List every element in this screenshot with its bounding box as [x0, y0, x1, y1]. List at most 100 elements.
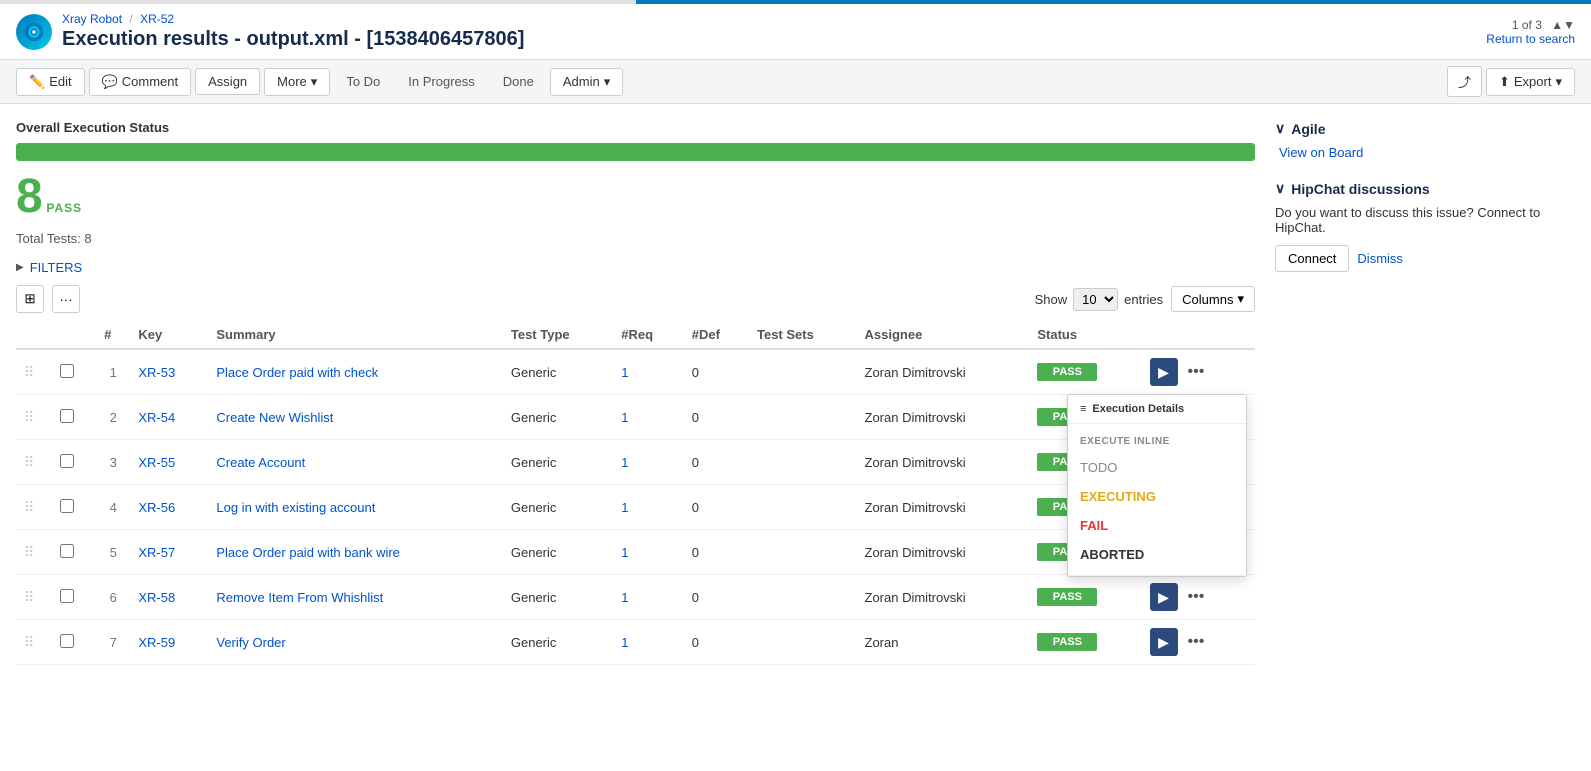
drag-handle-cell: ⠿ [16, 575, 52, 620]
row-summary-cell: Create New Wishlist [208, 395, 503, 440]
row-def-cell: 0 [684, 440, 749, 485]
row-summary-link[interactable]: Remove Item From Whishlist [216, 590, 383, 605]
th-actions [1142, 321, 1255, 349]
th-num: # [96, 321, 130, 349]
row-checkbox[interactable] [60, 454, 74, 468]
connect-button[interactable]: Connect [1275, 245, 1349, 272]
row-checkbox[interactable] [60, 499, 74, 513]
breadcrumb-issue[interactable]: XR-52 [140, 12, 174, 26]
row-summary-link[interactable]: Create Account [216, 455, 305, 470]
row-key-cell: XR-57 [130, 530, 208, 575]
done-button[interactable]: Done [491, 69, 546, 94]
hipchat-section: ∨ HipChat discussions Do you want to dis… [1275, 180, 1575, 272]
columns-button[interactable]: Columns ▾ [1171, 286, 1255, 312]
export-button[interactable]: ⬆ Export ▾ [1486, 68, 1575, 96]
share-button[interactable]: ⤴ [1447, 66, 1482, 97]
filters-bar[interactable]: ▶ FILTERS [16, 260, 1255, 275]
row-summary-link[interactable]: Log in with existing account [216, 500, 375, 515]
agile-section: ∨ Agile View on Board [1275, 120, 1575, 160]
row-req-link[interactable]: 1 [621, 500, 628, 515]
top-progress-bar [0, 0, 1591, 4]
row-key-link[interactable]: XR-59 [138, 635, 175, 650]
row-test-type-cell: Generic [503, 395, 613, 440]
drag-handle-cell: ⠿ [16, 440, 52, 485]
edit-button[interactable]: ✏️ Edit [16, 68, 85, 96]
th-summary: Summary [208, 321, 503, 349]
pass-count-area: 8 PASS [16, 173, 1255, 221]
hipchat-title[interactable]: ∨ HipChat discussions [1275, 180, 1575, 197]
th-check [52, 321, 96, 349]
dropdown-todo[interactable]: TODO [1068, 453, 1246, 482]
row-req-link[interactable]: 1 [621, 590, 628, 605]
row-summary-link[interactable]: Verify Order [216, 635, 285, 650]
drag-handle-icon: ⠿ [24, 364, 32, 380]
row-checkbox[interactable] [60, 634, 74, 648]
row-more-button[interactable]: ••• [1182, 586, 1211, 608]
dismiss-button[interactable]: Dismiss [1357, 245, 1403, 272]
row-req-link[interactable]: 1 [621, 635, 628, 650]
row-req-link[interactable]: 1 [621, 455, 628, 470]
row-req-cell: 1 [613, 485, 684, 530]
row-summary-cell: Verify Order [208, 620, 503, 665]
execute-inline-label: EXECUTE INLINE [1068, 430, 1246, 453]
admin-button[interactable]: Admin ▾ [550, 68, 623, 96]
row-checkbox[interactable] [60, 544, 74, 558]
agile-title[interactable]: ∨ Agile [1275, 120, 1575, 137]
row-def-cell: 0 [684, 349, 749, 395]
comment-button[interactable]: 💬 Comment [89, 68, 192, 96]
row-number: 6 [96, 575, 130, 620]
pagination-arrows[interactable]: ▲▼ [1551, 18, 1575, 32]
drag-handle-icon: ⠿ [24, 409, 32, 425]
return-to-search-link[interactable]: Return to search [1486, 32, 1575, 46]
row-checkbox[interactable] [60, 364, 74, 378]
row-req-link[interactable]: 1 [621, 410, 628, 425]
dropdown-executing[interactable]: EXECUTING [1068, 482, 1246, 511]
dropdown-aborted[interactable]: ABORTED [1068, 540, 1246, 569]
th-def: #Def [684, 321, 749, 349]
dropdown-fail[interactable]: FAIL [1068, 511, 1246, 540]
more-button[interactable]: More ▾ [264, 68, 330, 96]
row-key-link[interactable]: XR-53 [138, 365, 175, 380]
row-test-type-cell: Generic [503, 530, 613, 575]
row-summary-link[interactable]: Place Order paid with check [216, 365, 378, 380]
row-req-link[interactable]: 1 [621, 365, 628, 380]
assign-button[interactable]: Assign [195, 68, 260, 95]
row-req-cell: 1 [613, 530, 684, 575]
row-summary-link[interactable]: Create New Wishlist [216, 410, 333, 425]
pass-count: 8 [16, 170, 43, 223]
drag-handle-icon: ⠿ [24, 499, 32, 515]
row-checkbox[interactable] [60, 409, 74, 423]
share-icon: ⤴ [1458, 75, 1471, 90]
view-on-board-link[interactable]: View on Board [1279, 145, 1575, 160]
in-progress-button[interactable]: In Progress [396, 69, 486, 94]
row-status-cell: PASS [1029, 620, 1141, 665]
row-checkbox[interactable] [60, 589, 74, 603]
run-button[interactable]: ▶ [1150, 583, 1178, 611]
row-key-link[interactable]: XR-56 [138, 500, 175, 515]
row-key-cell: XR-54 [130, 395, 208, 440]
th-key: Key [130, 321, 208, 349]
run-button[interactable]: ▶ [1150, 628, 1178, 656]
row-key-link[interactable]: XR-58 [138, 590, 175, 605]
row-more-button[interactable]: ••• [1182, 631, 1211, 653]
row-test-type-cell: Generic [503, 575, 613, 620]
row-req-link[interactable]: 1 [621, 545, 628, 560]
content-area: Overall Execution Status 8 PASS Total Te… [16, 120, 1255, 665]
row-key-link[interactable]: XR-54 [138, 410, 175, 425]
row-more-button[interactable]: ••• [1182, 361, 1211, 383]
row-summary-cell: Log in with existing account [208, 485, 503, 530]
table-view-button[interactable]: ⊞ [16, 285, 44, 313]
row-key-link[interactable]: XR-57 [138, 545, 175, 560]
entries-select[interactable]: 10 25 50 [1073, 288, 1118, 311]
breadcrumb-project[interactable]: Xray Robot [62, 12, 122, 26]
row-summary-link[interactable]: Place Order paid with bank wire [216, 545, 400, 560]
row-key-link[interactable]: XR-55 [138, 455, 175, 470]
table-options-button[interactable]: ··· [52, 285, 80, 313]
sidebar: ∨ Agile View on Board ∨ HipChat discussi… [1275, 120, 1575, 665]
row-key-cell: XR-53 [130, 349, 208, 395]
row-checkbox-cell [52, 530, 96, 575]
table-header: # Key Summary Test Type #Req #Def Test S… [16, 321, 1255, 349]
row-assignee-cell: Zoran Dimitrovski [857, 349, 1030, 395]
todo-button[interactable]: To Do [334, 69, 392, 94]
run-button[interactable]: ▶ [1150, 358, 1178, 386]
